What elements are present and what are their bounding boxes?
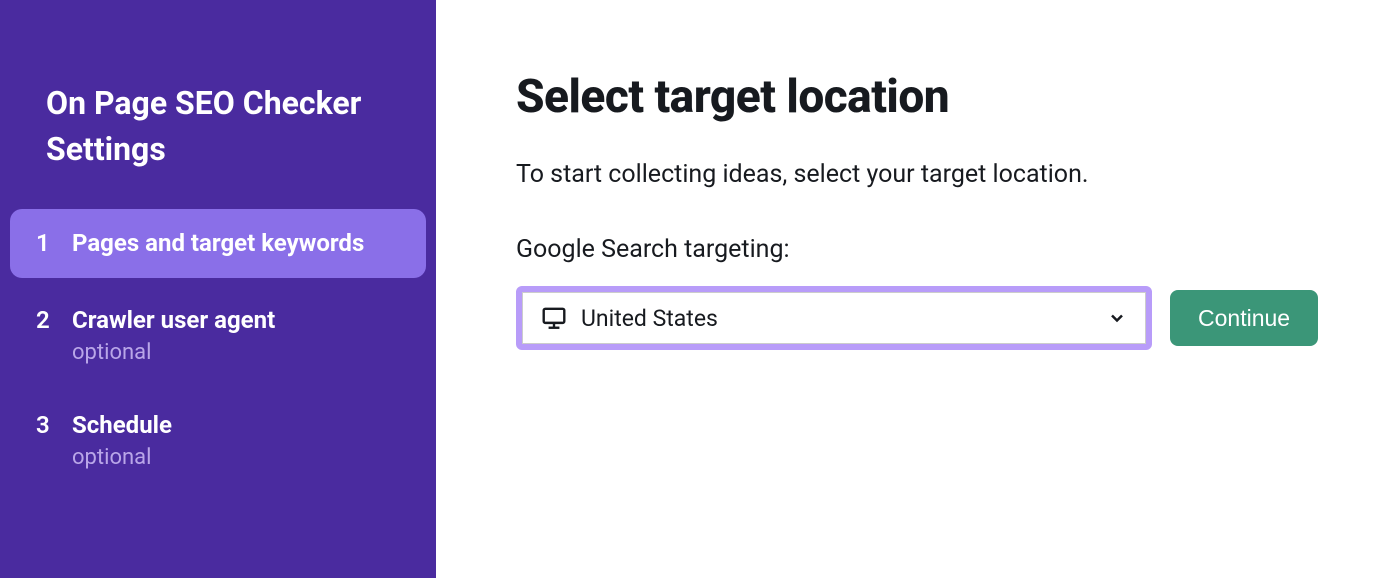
location-select-value: United States	[581, 305, 1093, 332]
page-description: To start collecting ideas, select your t…	[516, 160, 1350, 189]
desktop-icon	[541, 305, 567, 331]
targeting-label: Google Search targeting:	[516, 235, 1350, 264]
step-label: Crawler user agent	[72, 304, 275, 338]
step-pages-keywords[interactable]: 1 Pages and target keywords	[10, 209, 426, 279]
controls-row: United States Continue	[516, 286, 1350, 350]
step-sublabel: optional	[72, 340, 275, 365]
step-number: 3	[36, 409, 72, 443]
location-select-highlight: United States	[516, 286, 1152, 350]
sidebar-title: On Page SEO Checker Settings	[10, 80, 426, 209]
continue-button[interactable]: Continue	[1170, 290, 1318, 346]
step-crawler-user-agent[interactable]: 2 Crawler user agent optional	[10, 286, 426, 383]
location-select[interactable]: United States	[522, 292, 1146, 344]
step-label: Pages and target keywords	[72, 227, 364, 261]
page-title: Select target location	[516, 70, 1350, 124]
step-number: 2	[36, 304, 72, 338]
step-sublabel: optional	[72, 445, 172, 470]
main-panel: Select target location To start collecti…	[436, 0, 1394, 578]
step-label: Schedule	[72, 409, 172, 443]
step-schedule[interactable]: 3 Schedule optional	[10, 391, 426, 488]
step-number: 1	[36, 227, 72, 261]
settings-sidebar: On Page SEO Checker Settings 1 Pages and…	[0, 0, 436, 578]
chevron-down-icon	[1107, 308, 1127, 328]
